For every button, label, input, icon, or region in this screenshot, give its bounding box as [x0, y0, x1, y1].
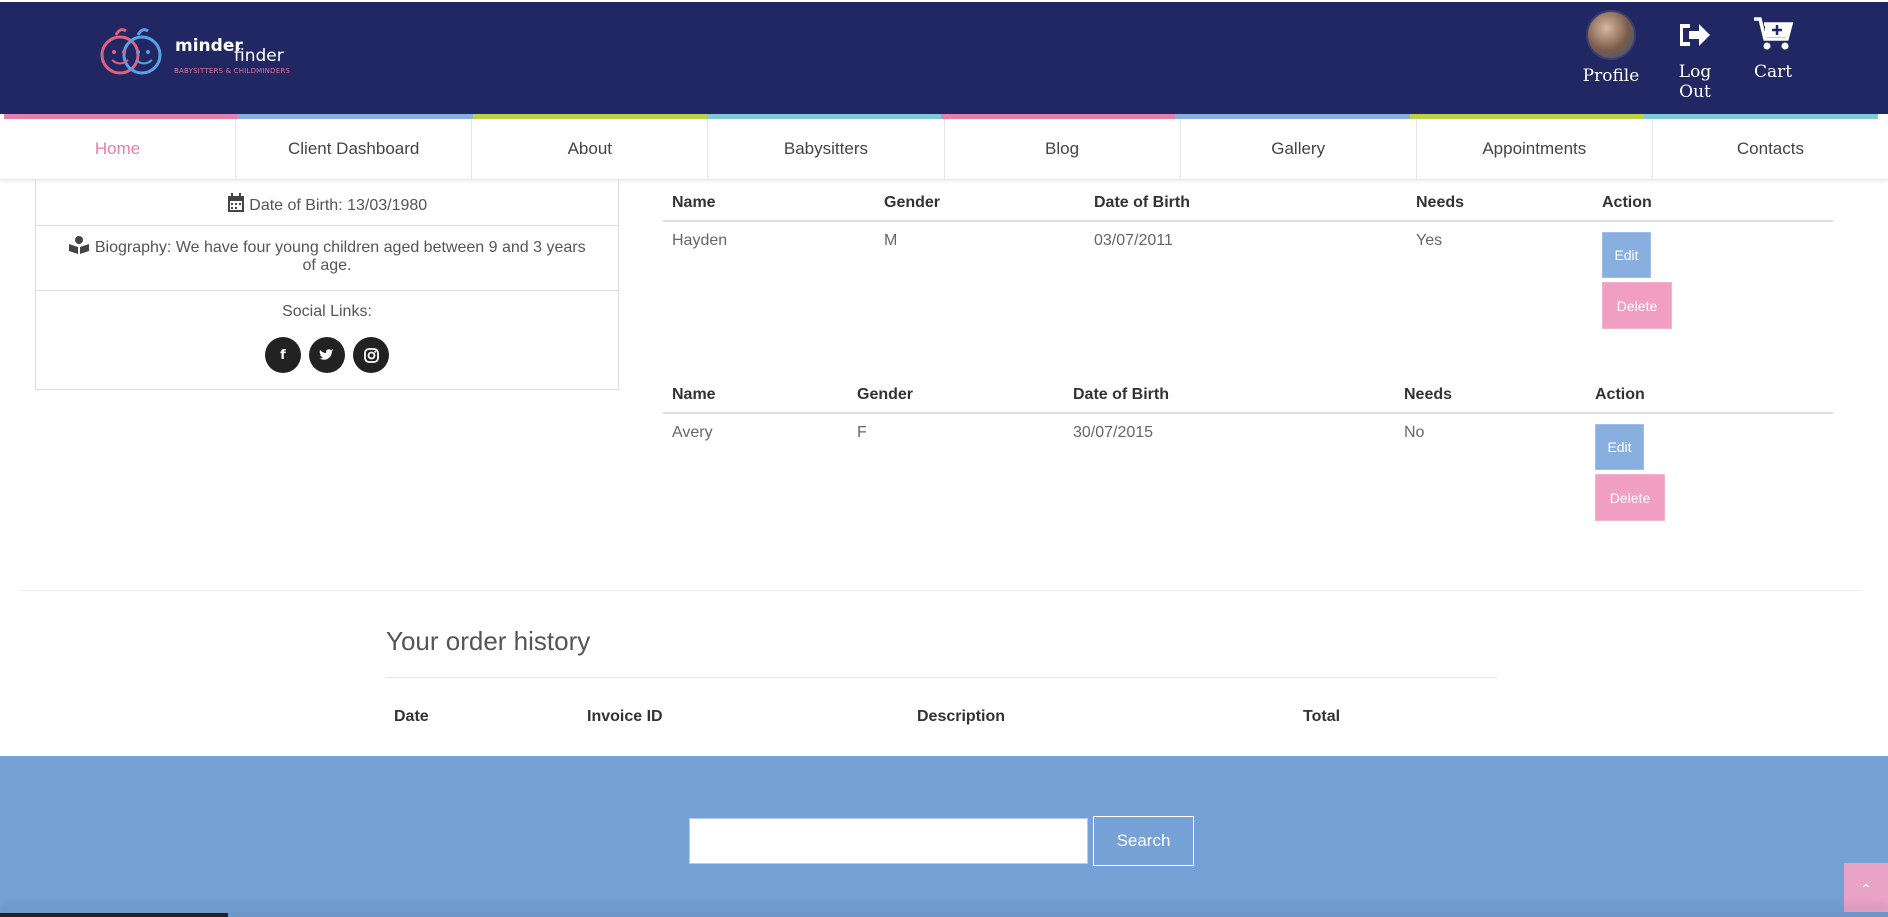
logout-icon	[1680, 24, 1710, 46]
twitter-icon[interactable]	[309, 337, 345, 373]
main-nav: Home Client Dashboard About Babysitters …	[0, 119, 1888, 180]
profile-link[interactable]: Profile	[1578, 10, 1644, 86]
col-action: Action	[1593, 184, 1833, 222]
child-gender: F	[857, 424, 867, 441]
child-name: Hayden	[672, 232, 728, 249]
avatar	[1586, 10, 1636, 60]
child-name: Avery	[672, 424, 713, 441]
scroll-to-top-button[interactable]: ⌃	[1844, 863, 1888, 917]
child-table-1: Name Gender Date of Birth Needs Action H…	[663, 184, 1833, 339]
col-invoice-id: Invoice ID	[587, 708, 663, 725]
child-dob: 03/07/2011	[1094, 232, 1173, 249]
brand-tagline: BABYSITTERS & CHILDMINDERS	[174, 67, 291, 75]
col-action: Action	[1586, 376, 1833, 414]
brand-name-1: minder	[175, 36, 243, 56]
cart-link[interactable]: Cart	[1740, 16, 1806, 82]
child-gender: M	[884, 232, 898, 249]
nav-contacts[interactable]: Contacts	[1653, 119, 1888, 179]
profile-card: Date of Birth: 13/03/1980 Biography: We …	[35, 180, 619, 390]
dob-row: Date of Birth: 13/03/1980	[36, 180, 618, 226]
child-dob: 30/07/2015	[1073, 424, 1154, 441]
order-history-title: Your order history	[386, 626, 591, 656]
col-dob: Date of Birth	[1064, 376, 1395, 414]
social-label: Social Links:	[282, 303, 372, 320]
order-history-divider	[386, 677, 1497, 678]
delete-button[interactable]: Delete	[1602, 282, 1672, 329]
col-needs: Needs	[1395, 376, 1586, 414]
logout-label: Log Out	[1678, 62, 1712, 102]
bottom-strip	[0, 912, 1888, 917]
child-needs: No	[1404, 424, 1425, 441]
child-actions: Edit Delete	[1593, 221, 1833, 339]
col-gender: Gender	[875, 184, 1085, 222]
logout-link[interactable]: Log Out	[1662, 18, 1728, 102]
profile-label: Profile	[1582, 66, 1640, 86]
section-divider	[20, 590, 1862, 591]
col-description: Description	[917, 708, 1006, 725]
profile-bio: Biography: We have four young children a…	[94, 239, 586, 274]
chevron-up-icon: ⌃	[1860, 882, 1872, 898]
search-input[interactable]	[689, 818, 1088, 864]
search-button[interactable]: Search	[1093, 816, 1194, 866]
col-gender: Gender	[848, 376, 1064, 414]
top-header: minder finder BABYSITTERS & CHILDMINDERS…	[0, 0, 1888, 114]
cart-icon	[1754, 17, 1793, 50]
col-needs: Needs	[1407, 184, 1593, 222]
child-actions: Edit Delete	[1586, 413, 1833, 531]
nav-home[interactable]: Home	[0, 119, 237, 179]
nav-about[interactable]: About	[472, 119, 709, 179]
col-name: Name	[663, 184, 875, 222]
edit-button[interactable]: Edit	[1595, 424, 1644, 470]
col-date: Date	[394, 708, 429, 725]
nav-blog[interactable]: Blog	[945, 119, 1181, 179]
col-name: Name	[663, 376, 848, 414]
table-row: Avery F 30/07/2015 No Edit Delete	[663, 413, 1833, 531]
book-reader-icon	[69, 236, 90, 254]
table-row: Hayden M 03/07/2011 Yes Edit Delete	[663, 221, 1833, 339]
nav-babysitters[interactable]: Babysitters	[708, 119, 945, 179]
nav-gallery[interactable]: Gallery	[1181, 119, 1417, 179]
nav-appointments[interactable]: Appointments	[1417, 119, 1653, 179]
edit-button[interactable]: Edit	[1602, 232, 1651, 278]
cart-label: Cart	[1753, 62, 1793, 82]
social-row: Social Links: f	[36, 291, 618, 373]
nav-client-dashboard[interactable]: Client Dashboard	[236, 119, 473, 179]
order-history-table: Date Invoice ID Description Total	[386, 700, 1497, 734]
child-table-2: Name Gender Date of Birth Needs Action A…	[663, 376, 1833, 531]
profile-dob: Date of Birth: 13/03/1980	[249, 197, 428, 214]
bio-row: Biography: We have four young children a…	[36, 226, 618, 291]
calendar-icon	[227, 193, 244, 212]
col-dob: Date of Birth	[1085, 184, 1407, 222]
col-total: Total	[1303, 708, 1341, 725]
logo-faces-icon	[100, 28, 162, 75]
delete-button[interactable]: Delete	[1595, 474, 1665, 521]
child-needs: Yes	[1416, 232, 1443, 249]
brand-name-2: finder	[234, 46, 284, 66]
facebook-icon[interactable]: f	[265, 337, 301, 373]
instagram-icon[interactable]	[353, 337, 389, 373]
brand-logo[interactable]: minder finder BABYSITTERS & CHILDMINDERS	[98, 22, 298, 82]
